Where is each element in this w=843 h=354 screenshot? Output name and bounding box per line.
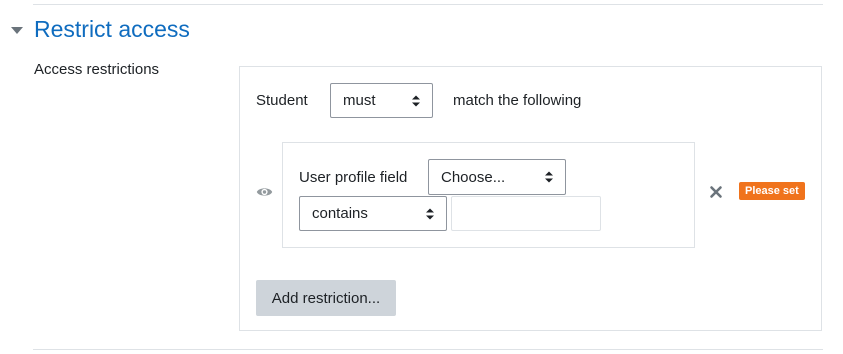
select-arrows-icon: [545, 171, 553, 183]
add-restriction-button[interactable]: Add restriction...: [256, 280, 396, 316]
eye-icon[interactable]: [256, 185, 273, 199]
restrict-access-page: Restrict access Access restrictions Stud…: [0, 0, 843, 354]
condition-type-label: User profile field: [299, 169, 408, 186]
profile-field-select-value: Choose...: [441, 168, 506, 186]
bottom-divider: [33, 349, 823, 350]
select-arrows-icon: [426, 208, 434, 219]
caret-down-icon[interactable]: [11, 27, 23, 34]
access-restrictions-label: Access restrictions: [34, 61, 160, 78]
subject-label: Student: [256, 92, 308, 109]
operator-select-value: contains: [312, 205, 368, 222]
match-suffix-label: match the following: [453, 92, 582, 109]
match-select-value: must: [343, 92, 376, 109]
select-arrows-icon: [412, 95, 420, 106]
close-icon[interactable]: [709, 185, 723, 199]
operator-select[interactable]: contains: [299, 196, 447, 231]
value-input[interactable]: [451, 196, 601, 231]
condition-container: [282, 142, 695, 248]
please-set-badge: Please set: [739, 182, 805, 200]
profile-field-select[interactable]: Choose...: [428, 159, 566, 195]
top-divider: [33, 4, 823, 5]
section-title[interactable]: Restrict access: [34, 16, 190, 43]
match-select[interactable]: must: [330, 83, 433, 118]
